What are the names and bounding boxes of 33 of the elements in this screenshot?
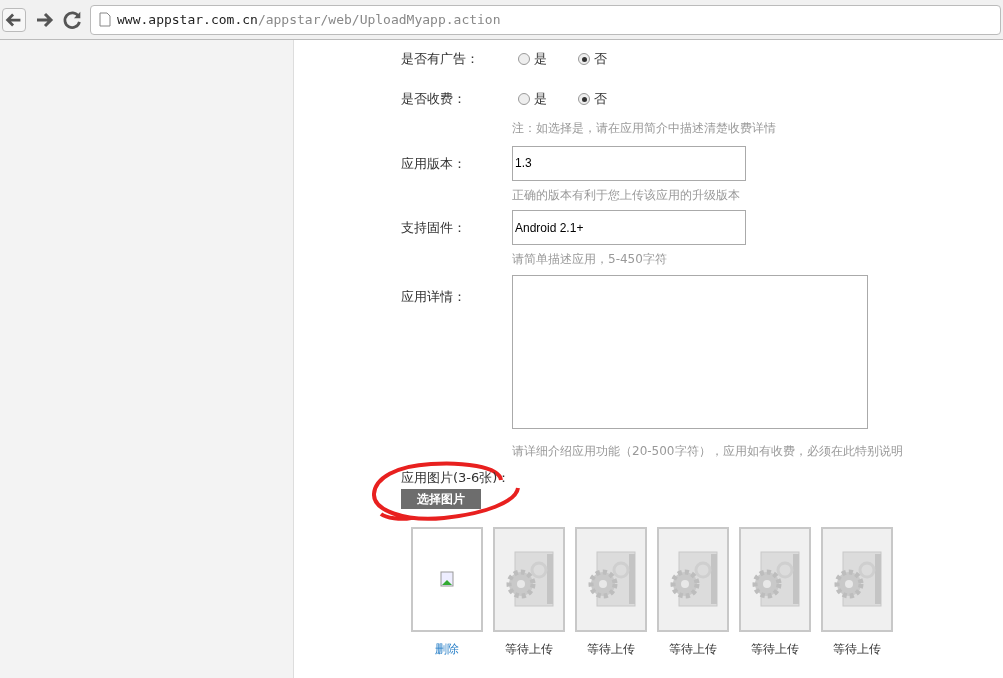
address-bar[interactable]: www.appstar.com.cn/appstar/web/UploadMyapp.action: [90, 4, 1001, 35]
hint-text: 请简单描述应用，5-450字符: [512, 252, 667, 266]
reload-icon[interactable]: [62, 8, 84, 31]
broken-image-icon: [440, 571, 454, 587]
radio-button[interactable]: [578, 53, 590, 65]
field-label: 是否有广告：: [401, 50, 480, 69]
radio-label: 否: [594, 90, 607, 109]
delete-link[interactable]: 删除: [435, 639, 459, 658]
field-label: 支持固件：: [401, 219, 467, 237]
field-label: 是否收费：: [401, 90, 467, 109]
field-label: 应用详情：: [401, 287, 467, 306]
text-input[interactable]: 1.3: [512, 145, 746, 181]
url-text: www.appstar.com.cn/appstar/web/UploadMyapp.action: [117, 10, 501, 29]
back-icon[interactable]: [2, 7, 26, 32]
radio-button[interactable]: [518, 53, 530, 65]
choose-image-button[interactable]: 选择图片: [401, 488, 481, 509]
slot-caption: 等待上传: [833, 640, 881, 658]
hint-text: 注：如选择是，请在应用简介中描述清楚收费详情: [512, 121, 776, 135]
slot-caption: 等待上传: [751, 640, 799, 658]
slot-caption: 等待上传: [669, 640, 717, 658]
radio-label: 是: [534, 50, 547, 69]
hint-text: 请详细介绍应用功能（20-500字符），应用如有收费，必须在此特别说明: [512, 443, 903, 458]
slot-caption: 等待上传: [505, 640, 553, 658]
hint-text: 正确的版本有利于您上传该应用的升级版本: [512, 187, 740, 202]
radio-label: 是: [534, 90, 547, 109]
page-icon: [99, 12, 111, 27]
text-input[interactable]: Android 2.1+: [512, 210, 746, 245]
radio-label: 否: [594, 50, 607, 69]
field-label: 应用图片(3-6张)：: [401, 469, 512, 487]
slot-caption: 等待上传: [587, 640, 635, 658]
radio-button[interactable]: [578, 93, 590, 105]
field-label: 应用版本：: [401, 154, 467, 173]
radio-button[interactable]: [518, 93, 530, 105]
